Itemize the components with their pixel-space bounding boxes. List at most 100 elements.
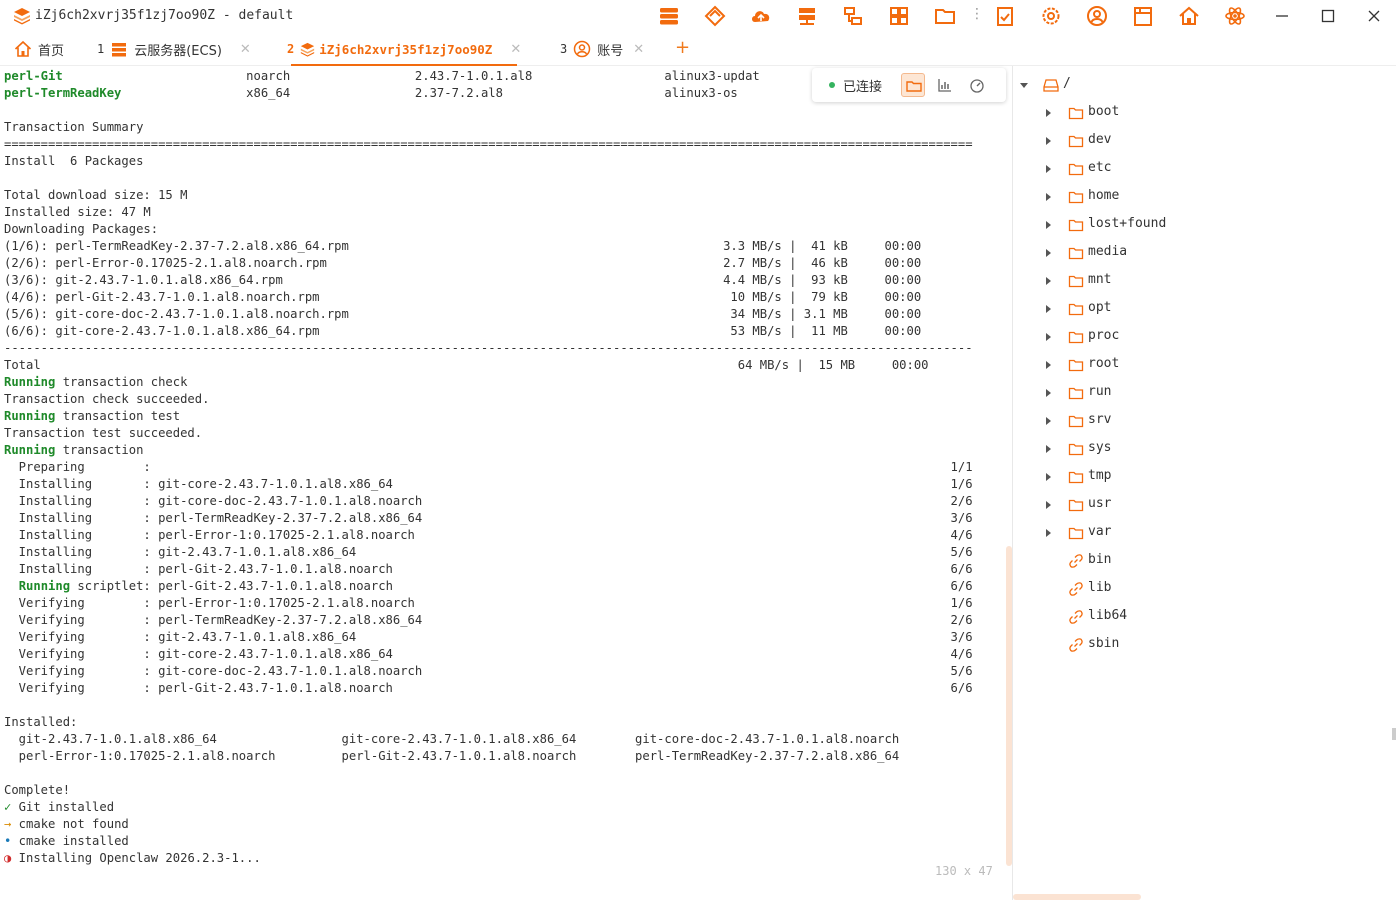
caret-right-icon[interactable] (1043, 416, 1053, 426)
terminal-line: (1/6): perl-TermReadKey-2.37-7.2.al8.x86… (4, 238, 973, 255)
link-item-lib[interactable]: lib (1013, 578, 1373, 600)
caret-right-icon[interactable] (1043, 304, 1053, 314)
caret-right-icon[interactable] (1043, 444, 1053, 454)
terminal[interactable]: perl-Git noarch 2.43.7-1.0.1.al8 alinux3… (0, 66, 1012, 900)
caret-right-icon[interactable] (1043, 388, 1053, 398)
link-label: bin (1088, 552, 1112, 567)
folder-item-var[interactable]: var (1013, 522, 1373, 544)
folder-item-srv[interactable]: srv (1013, 410, 1373, 432)
caret-right-icon[interactable] (1043, 248, 1053, 258)
link-item-lib64[interactable]: lib64 (1013, 606, 1373, 628)
folder-icon (1068, 247, 1084, 260)
window-scrollbar[interactable] (1392, 728, 1396, 740)
caret-right-icon[interactable] (1043, 360, 1053, 370)
terminal-text: Verifying : perl-Git-2.43.7-1.0.1.al8.no… (4, 681, 973, 695)
folder-item-root[interactable]: root (1013, 354, 1373, 376)
caret-right-icon[interactable] (1043, 528, 1053, 538)
file-tree-scrollbar[interactable] (1013, 894, 1141, 900)
layers-icon[interactable] (704, 5, 726, 27)
tab-number: 2 (287, 42, 295, 56)
folder-label: media (1088, 244, 1128, 259)
folder-item-opt[interactable]: opt (1013, 298, 1373, 320)
caret-right-icon[interactable] (1043, 192, 1053, 202)
add-tab-button[interactable]: + (675, 37, 690, 58)
link-item-bin[interactable]: bin (1013, 550, 1373, 572)
folder-item-tmp[interactable]: tmp (1013, 466, 1373, 488)
atom-icon[interactable] (1224, 5, 1246, 27)
minimize-icon[interactable] (1270, 4, 1294, 28)
caret-right-icon[interactable] (1043, 500, 1053, 510)
terminal-text: scriptlet: perl-Git-2.43.7-1.0.1.al8.noa… (70, 579, 973, 593)
tab-ecs[interactable]: 1 云服务器(ECS) ✕ (97, 32, 251, 66)
folder-icon (1068, 415, 1084, 428)
close-icon[interactable] (1362, 4, 1386, 28)
caret-right-icon[interactable] (1043, 276, 1053, 286)
chart-icon[interactable] (933, 73, 957, 97)
cloud-icon[interactable] (750, 5, 772, 27)
tab-terminal[interactable]: 2 iZj6ch2xvrj35f1zj7oo90Z ✕ (287, 32, 521, 66)
folder-item-media[interactable]: media (1013, 242, 1373, 264)
drive-icon (1043, 79, 1059, 92)
maximize-icon[interactable] (1316, 4, 1340, 28)
caret-right-icon[interactable] (1043, 108, 1053, 118)
caret-down-icon[interactable] (1019, 80, 1029, 90)
caret-right-icon[interactable] (1043, 332, 1053, 342)
folder-item-dev[interactable]: dev (1013, 130, 1373, 152)
folder-item-home[interactable]: home (1013, 186, 1373, 208)
file-tree: / boot dev etc home lost+found media mnt opt pro… (1013, 66, 1396, 900)
caret-right-icon[interactable] (1043, 136, 1053, 146)
book-icon[interactable] (1132, 5, 1154, 27)
caret-right-icon[interactable] (1043, 220, 1053, 230)
folder-item-run[interactable]: run (1013, 382, 1373, 404)
terminal-text: Preparing : 1/1 (4, 460, 973, 474)
folder-item-mnt[interactable]: mnt (1013, 270, 1373, 292)
network-icon[interactable] (842, 5, 864, 27)
folder-label: proc (1088, 328, 1120, 343)
folder-item-etc[interactable]: etc (1013, 158, 1373, 180)
tab-home[interactable]: 首页 (14, 32, 64, 66)
caret-right-icon[interactable] (1043, 472, 1053, 482)
clipboard-check-icon[interactable] (994, 5, 1016, 27)
folder-icon (1068, 471, 1084, 484)
terminal-line: git-2.43.7-1.0.1.al8.x86_64 git-core-2.4… (4, 731, 973, 748)
terminal-line: Complete! (4, 782, 973, 799)
terminal-line: Running transaction test (4, 408, 973, 425)
terminal-text: Running (4, 443, 56, 457)
tab-close-icon[interactable]: ✕ (633, 42, 644, 57)
link-icon (1069, 610, 1083, 624)
home-icon[interactable] (1178, 5, 1200, 27)
link-icon (1069, 582, 1083, 596)
terminal-text: git-2.43.7-1.0.1.al8.x86_64 git-core-2.4… (4, 732, 900, 746)
tab-close-icon[interactable]: ✕ (510, 42, 521, 57)
folder-item-boot[interactable]: boot (1013, 102, 1373, 124)
user-icon[interactable] (1086, 5, 1108, 27)
gauge-icon[interactable] (965, 73, 989, 97)
folder-item-lost-found[interactable]: lost+found (1013, 214, 1373, 236)
connection-panel: 已连接 (812, 68, 1006, 102)
link-item-sbin[interactable]: sbin (1013, 634, 1373, 656)
gear-icon[interactable] (1040, 5, 1062, 27)
folder-item-sys[interactable]: sys (1013, 438, 1373, 460)
database-icon[interactable] (658, 5, 680, 27)
tab-account[interactable]: 3 账号 ✕ (560, 32, 644, 66)
folder-icon (1068, 163, 1084, 176)
terminal-line: ✓ Git installed (4, 799, 973, 816)
grid-icon[interactable] (888, 5, 910, 27)
terminal-text: Installing : git-core-2.43.7-1.0.1.al8.x… (4, 477, 973, 491)
terminal-line: Verifying : perl-TermReadKey-2.37-7.2.al… (4, 612, 973, 629)
terminal-line: (2/6): perl-Error-0.17025-2.1.al8.noarch… (4, 255, 973, 272)
folder-icon[interactable] (934, 5, 956, 27)
folder-icon (1068, 443, 1084, 456)
folder-item-proc[interactable]: proc (1013, 326, 1373, 348)
caret-right-icon[interactable] (1043, 164, 1053, 174)
tab-close-icon[interactable]: ✕ (240, 42, 251, 57)
layers-icon (301, 42, 315, 57)
folder-item-usr[interactable]: usr (1013, 494, 1373, 516)
server-icon[interactable] (796, 5, 818, 27)
terminal-text: Verifying : perl-Error-1:0.17025-2.1.al8… (4, 596, 973, 610)
terminal-text: (4/6): perl-Git-2.43.7-1.0.1.al8.noarch.… (4, 290, 922, 304)
terminal-text: cmake not found (11, 817, 129, 831)
folder-icon[interactable] (901, 73, 925, 97)
